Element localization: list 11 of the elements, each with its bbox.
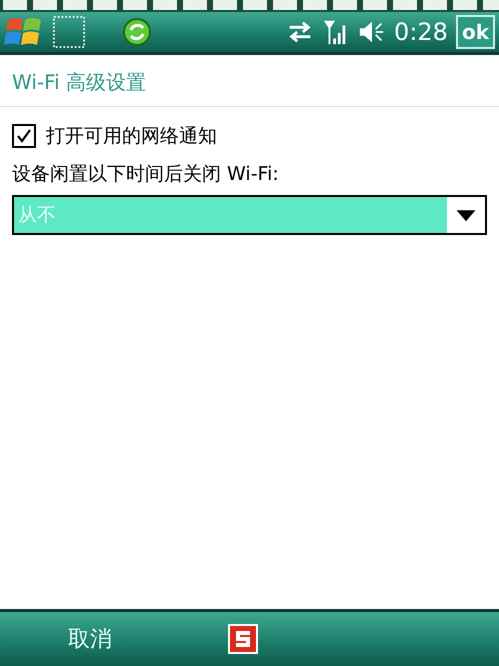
input-method-icon[interactable] [228, 624, 258, 654]
checkbox[interactable] [12, 124, 36, 148]
dotted-box-icon [52, 15, 86, 49]
caret-icon [447, 197, 485, 233]
cancel-softkey[interactable]: 取消 [0, 623, 180, 655]
timeout-label: 设备闲置以下时间后关闭 Wi-Fi: [12, 162, 280, 187]
sync-icon[interactable] [122, 17, 152, 47]
ok-button[interactable]: ok [456, 15, 495, 49]
checkbox-label[interactable]: 打开可用的网络通知 [46, 123, 217, 149]
page-title: Wi-Fi 高级设置 [12, 70, 146, 94]
clock-time[interactable]: 0:28 [394, 18, 448, 46]
